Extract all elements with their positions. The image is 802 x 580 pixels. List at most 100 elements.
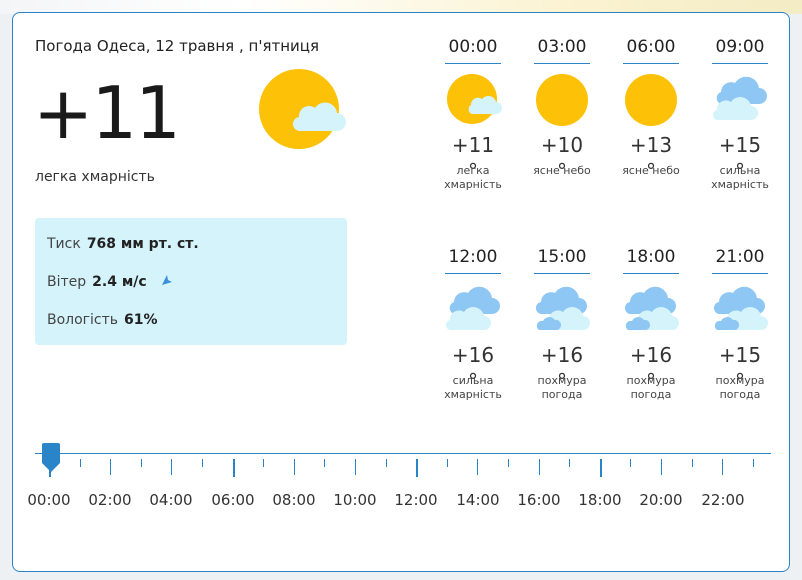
- humidity-row: Вологість 61%: [47, 312, 158, 328]
- timeline-label[interactable]: 00:00: [19, 491, 79, 509]
- sun-icon: [622, 70, 680, 126]
- overcast-icon: [533, 280, 591, 336]
- forecast-divider: [445, 63, 501, 64]
- timeline-tick: [538, 459, 540, 475]
- timeline-tick: [232, 459, 235, 477]
- forecast-desc: ясне небо: [533, 164, 591, 177]
- timeline-label[interactable]: 06:00: [203, 491, 263, 509]
- forecast-time: 12:00: [448, 247, 498, 267]
- timeline-tick: [202, 459, 203, 467]
- timeline-tick: [171, 459, 173, 475]
- sun-cloud-icon: [444, 70, 502, 126]
- forecast-divider: [623, 273, 679, 274]
- timeline-tick: [110, 459, 112, 475]
- timeline-label[interactable]: 04:00: [141, 491, 201, 509]
- timeline-tick: [140, 459, 142, 467]
- timeline-tick: [722, 459, 724, 475]
- forecast-desc: ясне небо: [622, 164, 680, 177]
- overcast-icon: [711, 280, 769, 336]
- forecast-temp: +16 °: [451, 343, 495, 393]
- forecast-time: 03:00: [537, 37, 587, 57]
- timeline-tick: [661, 459, 662, 475]
- timeline-label[interactable]: 20:00: [631, 491, 691, 509]
- forecast-temp: +16 °: [540, 343, 584, 393]
- humidity-label: Вологість: [47, 312, 119, 328]
- forecast-temp: +15 °: [718, 133, 762, 183]
- timeline-tick: [324, 459, 326, 467]
- forecast-slot[interactable]: 15:00 +16 ° похмура погода: [533, 245, 591, 402]
- timeline-tick: [691, 459, 693, 467]
- timeline-tick: [599, 459, 602, 477]
- details-panel: Тиск 768 мм рт. ст. Вітер 2.4 м/с Вологіст…: [35, 218, 347, 345]
- forecast-desc: похмура погода: [537, 374, 587, 401]
- timeline-tick: [79, 459, 81, 467]
- forecast-time: 00:00: [448, 37, 498, 57]
- wind-direction-arrow-icon: [161, 274, 173, 290]
- forecast-temp: +11 °: [451, 133, 495, 183]
- page-title: Погода Одеса, 12 травня , п'ятниця: [35, 37, 319, 55]
- forecast-desc: похмура погода: [715, 374, 765, 401]
- weather-widget: Погода Одеса, 12 травня , п'ятниця +11 л…: [12, 12, 790, 572]
- timeline-label[interactable]: 10:00: [325, 491, 385, 509]
- timeline-tick: [752, 459, 754, 467]
- timeline-label[interactable]: 12:00: [386, 491, 446, 509]
- timeline-label[interactable]: 22:00: [693, 491, 753, 509]
- forecast-temp: +15 °: [718, 343, 762, 393]
- forecast-slot[interactable]: 09:00 +15 ° сильна хмарність: [711, 35, 769, 192]
- forecast-divider: [623, 63, 679, 64]
- timeline-tick: [569, 459, 571, 467]
- wind-value: 2.4 м/с: [92, 274, 147, 290]
- time-slider-handle[interactable]: [41, 443, 61, 473]
- timeline-tick: [446, 459, 448, 467]
- overcast-icon: [622, 280, 680, 336]
- timeline-label[interactable]: 08:00: [264, 491, 324, 509]
- timeline-tick: [385, 459, 387, 467]
- forecast-slot[interactable]: 06:00 +13 ° ясне небо: [622, 35, 680, 183]
- timeline-label[interactable]: 18:00: [570, 491, 630, 509]
- pressure-value: 768 мм рт. ст.: [86, 236, 199, 252]
- forecast-divider: [534, 63, 590, 64]
- timeline-label[interactable]: 02:00: [80, 491, 140, 509]
- forecast-slot[interactable]: 21:00 +15 ° похмура погода: [711, 245, 769, 402]
- forecast-slot[interactable]: 12:00 +16 ° сильна хмарність: [444, 245, 502, 402]
- timeline-tick: [355, 459, 356, 475]
- timeline-label[interactable]: 14:00: [448, 491, 508, 509]
- timeline-tick: [508, 459, 509, 467]
- timeline-label[interactable]: 16:00: [509, 491, 569, 509]
- wind-row: Вітер 2.4 м/с: [47, 274, 173, 290]
- forecast-temp: +16 °: [629, 343, 673, 393]
- forecast-slot[interactable]: 00:00 +11 ° легка хмарність: [444, 35, 502, 192]
- forecast-desc: похмура погода: [626, 374, 676, 401]
- current-temperature: +11: [33, 71, 181, 155]
- pressure-row: Тиск 768 мм рт. ст.: [47, 236, 199, 252]
- forecast-time: 06:00: [626, 37, 676, 57]
- forecast-temp: +10 °: [540, 133, 584, 183]
- forecast-time: 09:00: [715, 37, 765, 57]
- timeline-tick: [416, 459, 419, 477]
- forecast-time: 18:00: [626, 247, 676, 267]
- wind-label: Вітер: [47, 274, 87, 290]
- humidity-value: 61%: [124, 312, 158, 328]
- forecast-slot[interactable]: 03:00 +10 ° ясне небо: [533, 35, 591, 183]
- forecast-temp: +13 °: [629, 133, 673, 183]
- timeline-tick: [293, 459, 295, 475]
- clouds-icon: [711, 70, 769, 126]
- forecast-desc: сильна хмарність: [444, 374, 502, 401]
- time-slider-track[interactable]: [35, 453, 771, 454]
- current-condition: легка хмарність: [35, 169, 155, 185]
- forecast-desc: легка хмарність: [444, 164, 502, 191]
- clouds-icon: [444, 280, 502, 336]
- forecast-time: 15:00: [537, 247, 587, 267]
- timeline-tick: [630, 459, 632, 467]
- sun-with-cloud-icon: [259, 69, 349, 151]
- forecast-desc: сильна хмарність: [711, 164, 769, 191]
- timeline-tick: [263, 459, 265, 467]
- forecast-divider: [712, 63, 768, 64]
- forecast-slot[interactable]: 18:00 +16 ° похмура погода: [622, 245, 680, 402]
- forecast-time: 21:00: [715, 247, 765, 267]
- timeline-tick: [477, 459, 479, 475]
- forecast-divider: [445, 273, 501, 274]
- sun-icon: [533, 70, 591, 126]
- forecast-divider: [534, 273, 590, 274]
- pressure-label: Тиск: [47, 236, 81, 252]
